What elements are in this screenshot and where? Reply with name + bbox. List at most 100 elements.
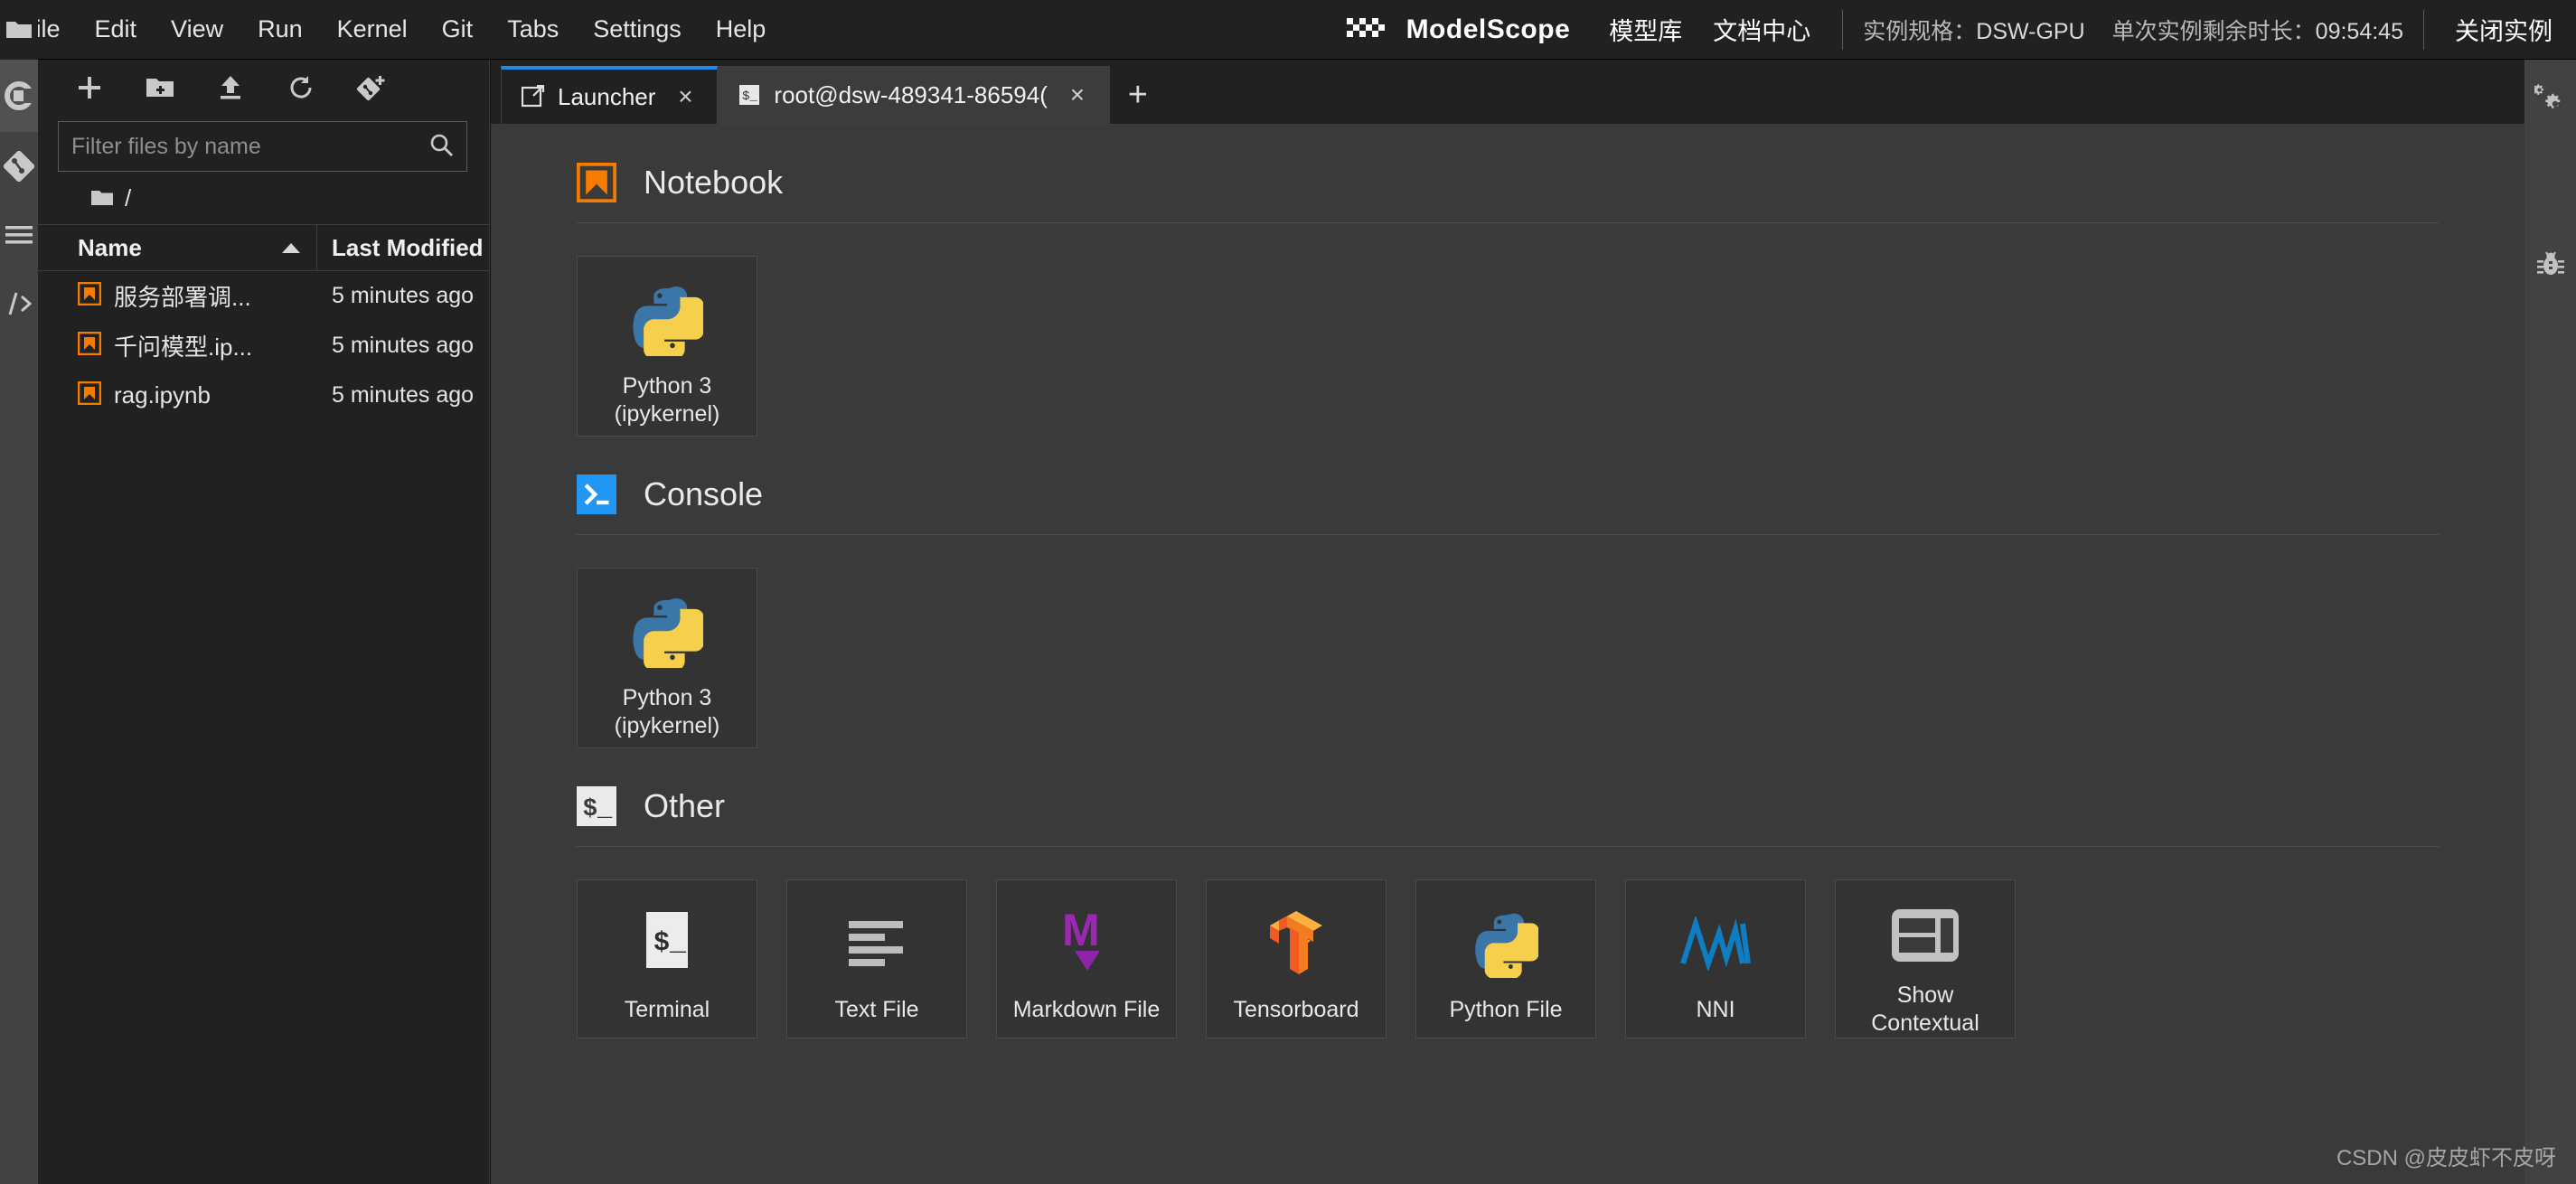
- python-logo-icon: [631, 278, 703, 362]
- file-name: 服务部署调...: [114, 284, 251, 311]
- file-modified: 5 minutes ago: [332, 382, 475, 408]
- section-title: Notebook: [644, 164, 784, 201]
- menu-item-help[interactable]: Help: [699, 0, 784, 59]
- file-modified: 5 minutes ago: [332, 283, 475, 308]
- breadcrumb[interactable]: /: [38, 172, 489, 224]
- list-item[interactable]: rag.ipynb 5 minutes ago: [38, 371, 489, 420]
- instance-spec-value: DSW-GPU: [1976, 18, 2085, 44]
- menu-item-kernel[interactable]: Kernel: [320, 0, 425, 59]
- card-label: Python File: [1449, 997, 1563, 1022]
- refresh-button[interactable]: [266, 62, 336, 113]
- launcher-card-tensorboard[interactable]: Tensorboard: [1206, 879, 1387, 1038]
- notebook-icon: [77, 381, 102, 409]
- upload-button[interactable]: [195, 62, 266, 113]
- instance-spec: 实例规格：DSW-GPU: [1859, 14, 2088, 46]
- tensorboard-icon: [1263, 902, 1330, 985]
- markdown-icon: M: [1057, 902, 1116, 985]
- main-area: Launcher × $_ root@dsw-489341-86594( × +…: [491, 60, 2524, 1184]
- instance-spec-label: 实例规格：: [1863, 18, 1977, 44]
- git-clone-button[interactable]: [336, 62, 407, 113]
- list-lines-icon: [5, 226, 33, 244]
- top-bar-right: ModelScope 模型库 文档中心 实例规格：DSW-GPU 单次实例剩余时…: [1345, 0, 2576, 59]
- modelscope-brand-text: ModelScope: [1406, 14, 1571, 44]
- column-header-last-modified[interactable]: Last Modified: [317, 225, 489, 270]
- section-title: Other: [644, 787, 726, 824]
- list-item[interactable]: 千问模型.ip... 5 minutes ago: [38, 321, 489, 371]
- menu-item-settings[interactable]: Settings: [576, 0, 699, 59]
- card-label: Markdown File: [1012, 997, 1161, 1022]
- launcher-card-terminal[interactable]: $_ Terminal: [577, 879, 757, 1038]
- sidebar-item-property-inspector[interactable]: [2524, 60, 2576, 139]
- card-label: Python 3 (ipykernel): [614, 685, 720, 739]
- sidebar-item-extensions[interactable]: [0, 269, 38, 338]
- search-input[interactable]: [71, 133, 421, 160]
- file-browser-panel: / Name Last Modified 服务部署调... 5 minutes …: [38, 60, 490, 1184]
- upload-icon: [221, 76, 240, 99]
- new-launcher-button[interactable]: [54, 62, 125, 113]
- file-filter-box[interactable]: [58, 121, 467, 172]
- close-instance-button[interactable]: 关闭实例: [2440, 12, 2567, 47]
- stop-circle-icon: [5, 81, 34, 110]
- launcher-card-markdown-file[interactable]: M Markdown File: [996, 879, 1177, 1038]
- remaining-time-label: 单次实例剩余时长：: [2111, 18, 2316, 44]
- launcher-card-python-file[interactable]: Python File: [1415, 879, 1596, 1038]
- breadcrumb-root[interactable]: /: [125, 184, 131, 212]
- sidebar-item-debugger[interactable]: [2524, 224, 2576, 304]
- svg-text:$_: $_: [583, 795, 613, 823]
- menu-item-git[interactable]: Git: [425, 0, 491, 59]
- svg-text:M: M: [1062, 909, 1100, 955]
- file-name: rag.ipynb: [114, 381, 211, 409]
- sidebar-item-git[interactable]: [0, 132, 38, 201]
- close-icon[interactable]: ×: [673, 84, 697, 109]
- launcher-section-notebook: Notebook Python 3 (ipykernel): [491, 125, 2524, 437]
- launcher-card-python3-console[interactable]: Python 3 (ipykernel): [577, 568, 757, 748]
- list-item[interactable]: 服务部署调... 5 minutes ago: [38, 271, 489, 321]
- card-grid: $_ Terminal Text File M Markdown File Te…: [577, 847, 2439, 1038]
- launcher-card-show-contextual[interactable]: Show Contextual: [1835, 879, 2016, 1038]
- left-activity-bar: [0, 0, 38, 1184]
- other-terminal-icon: $_: [577, 786, 616, 826]
- terminal-page-icon: $_: [639, 902, 695, 985]
- section-header: Console: [577, 437, 2439, 514]
- launcher-section-other: $_ Other $_ Terminal Text File M Markdow…: [491, 748, 2524, 1038]
- top-bar: File Edit View Run Kernel Git Tabs Setti…: [0, 0, 2576, 60]
- right-activity-bar: [2524, 60, 2576, 1184]
- sidebar-item-file-browser[interactable]: [0, 0, 38, 60]
- modelscope-logo[interactable]: ModelScope: [1345, 13, 1594, 47]
- column-header-name[interactable]: Name: [38, 225, 317, 270]
- file-name: 千问模型.ip...: [114, 334, 253, 361]
- link-model-library[interactable]: 模型库: [1594, 12, 1697, 47]
- tab-launcher[interactable]: Launcher ×: [501, 66, 719, 124]
- launcher-card-nni[interactable]: NNI: [1625, 879, 1806, 1038]
- bug-icon: [2536, 251, 2564, 275]
- menu-item-tabs[interactable]: Tabs: [490, 0, 576, 59]
- notebook-icon: [77, 331, 102, 360]
- search-icon: [428, 132, 454, 162]
- new-folder-icon: [146, 79, 174, 97]
- sidebar-item-running[interactable]: [0, 60, 38, 132]
- card-grid: Python 3 (ipykernel): [577, 223, 2439, 437]
- git-icon: [4, 151, 34, 182]
- text-file-icon: [843, 902, 910, 985]
- card-grid: Python 3 (ipykernel): [577, 535, 2439, 748]
- card-label: Terminal: [624, 997, 710, 1022]
- section-header: $_ Other: [577, 748, 2439, 826]
- card-label: NNI: [1696, 997, 1735, 1022]
- menu-item-edit[interactable]: Edit: [78, 0, 155, 59]
- menu-item-run[interactable]: Run: [240, 0, 320, 59]
- tab-terminal[interactable]: $_ root@dsw-489341-86594( ×: [718, 66, 1110, 124]
- card-label: Text File: [834, 997, 919, 1022]
- close-icon[interactable]: ×: [1066, 82, 1089, 108]
- git-clone-icon: [357, 76, 385, 101]
- nni-icon: [1679, 902, 1752, 985]
- folder-icon: [6, 22, 32, 38]
- new-folder-button[interactable]: [125, 62, 195, 113]
- sidebar-item-toc[interactable]: [0, 201, 38, 269]
- launcher-card-python3-notebook[interactable]: Python 3 (ipykernel): [577, 256, 757, 437]
- section-header: Notebook: [577, 125, 2439, 202]
- menu-item-view[interactable]: View: [154, 0, 240, 59]
- launcher-section-console: Console Python 3 (ipykernel): [491, 437, 2524, 748]
- launcher-card-text-file[interactable]: Text File: [786, 879, 967, 1038]
- link-doc-center[interactable]: 文档中心: [1697, 12, 1826, 47]
- new-tab-button[interactable]: +: [1110, 66, 1166, 124]
